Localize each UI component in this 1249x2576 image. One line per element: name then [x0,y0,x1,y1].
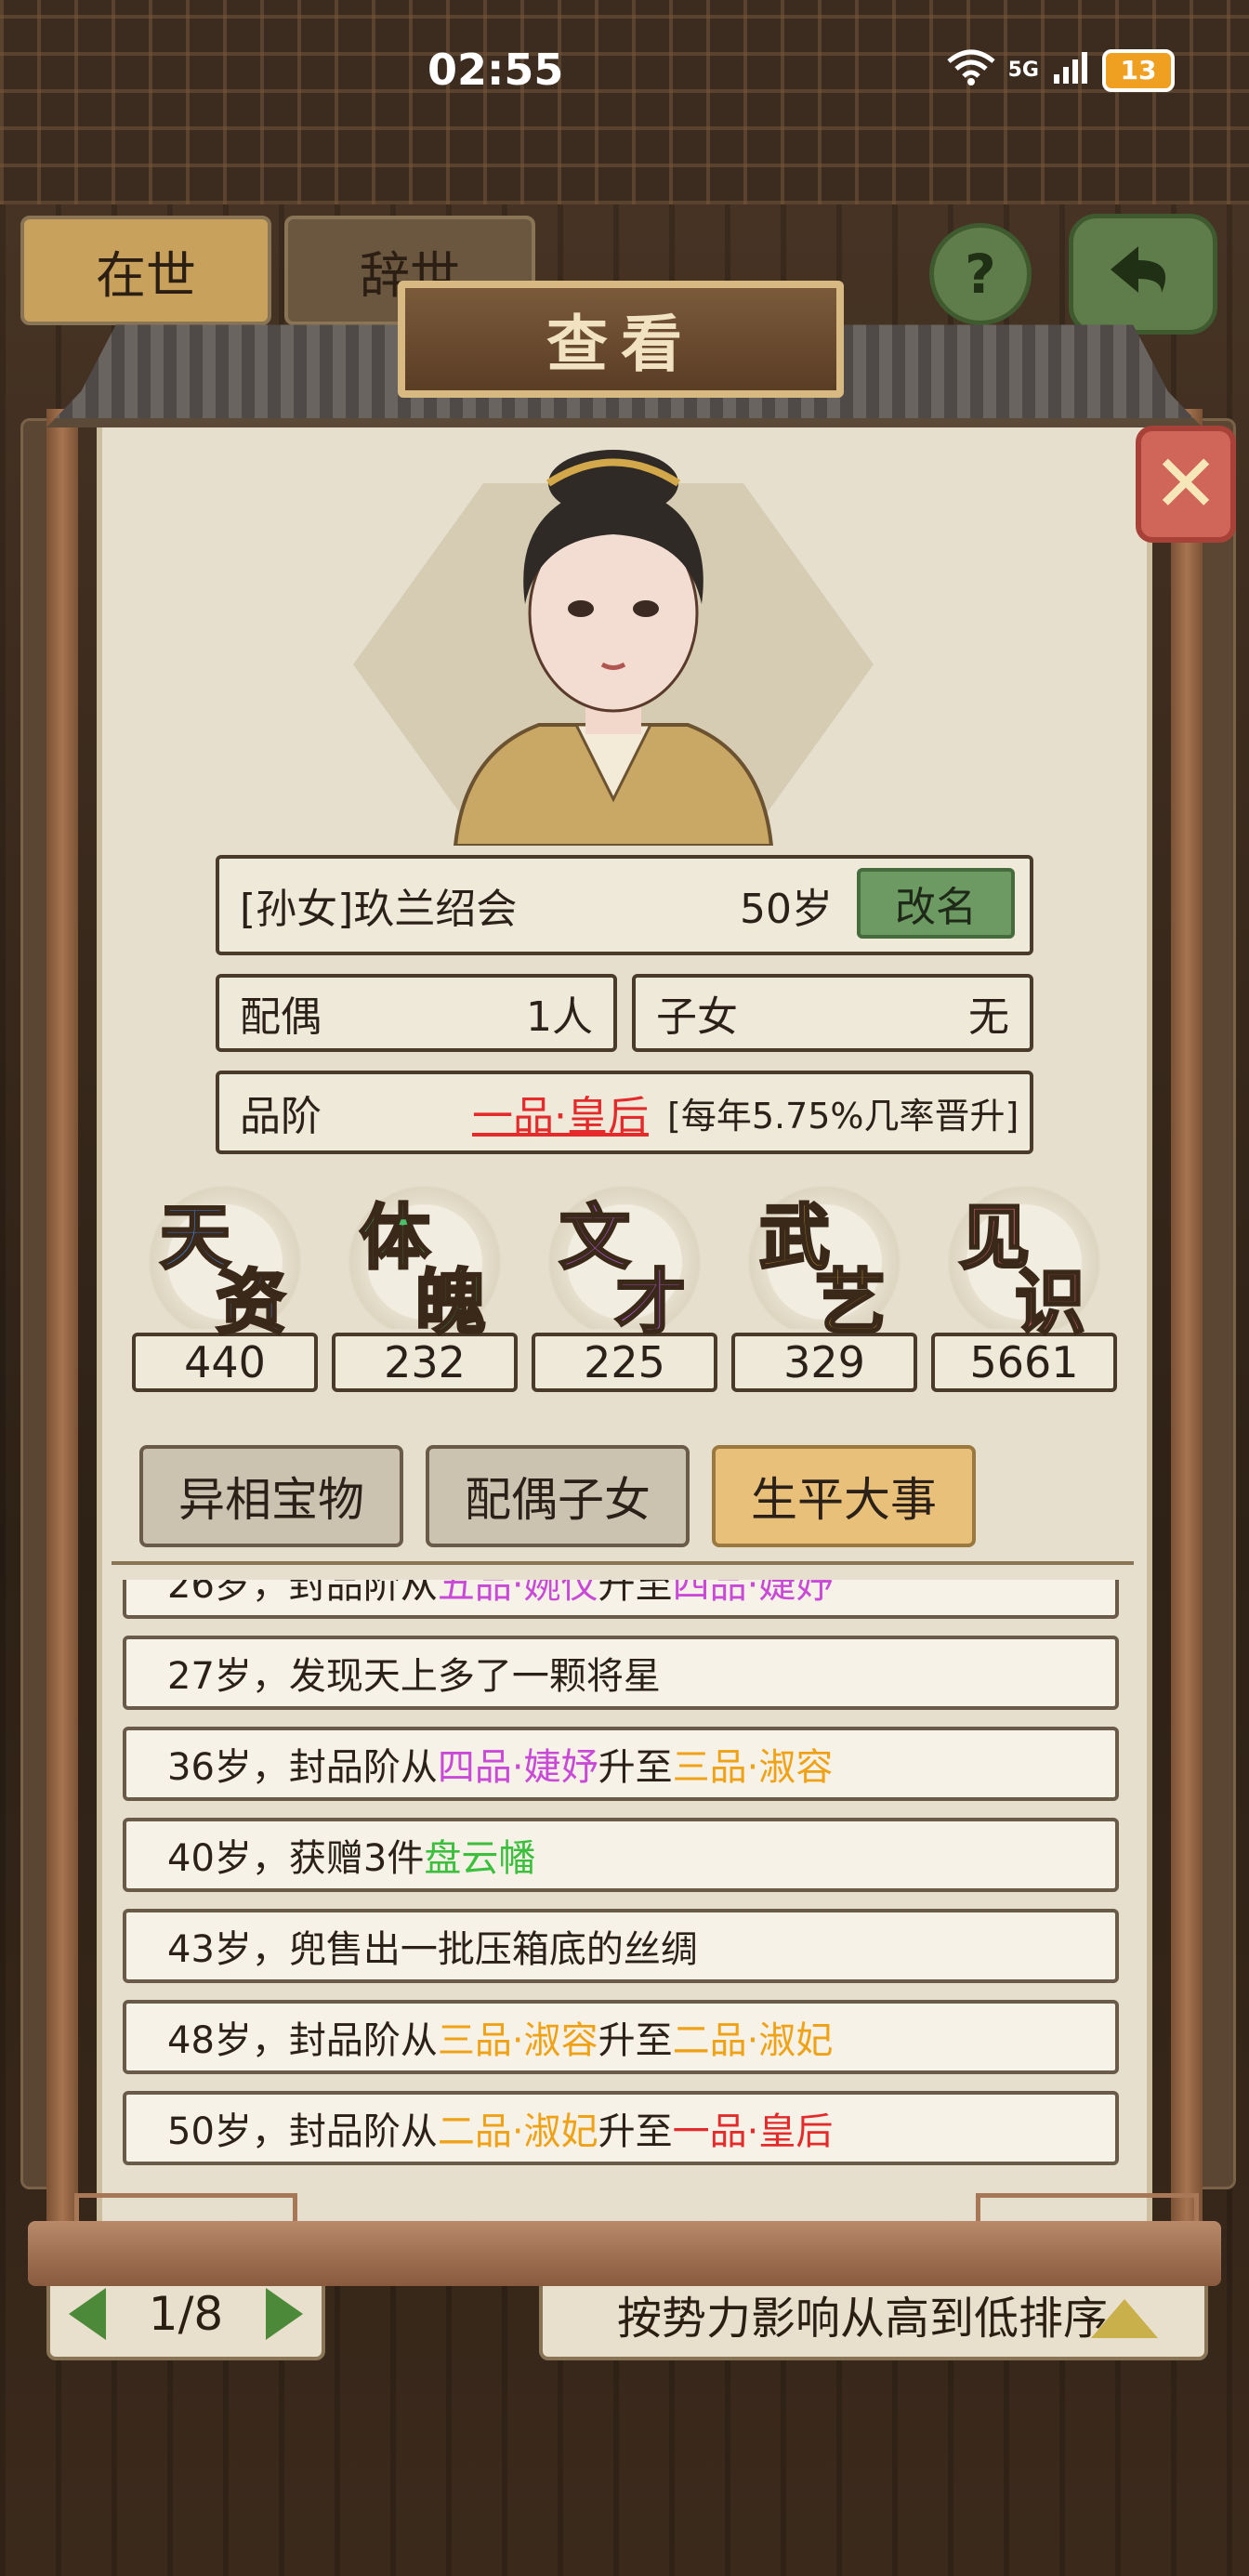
event-highlight: 一品·皇后 [672,2110,834,2153]
character-name: [孙女]玖兰绍会 [240,886,518,933]
tab-treasures[interactable]: 异相宝物 [139,1445,403,1547]
stat-physique: 体 魄 232 [332,1180,518,1392]
page-indicator: 1/8 [148,2287,224,2341]
wifi-icon [947,48,995,92]
event-highlight: 四品·婕妤 [672,1580,834,1607]
spouse-value: 1人 [526,993,593,1041]
children-label: 子女 [656,993,738,1041]
list-item: 48岁，封品阶从 三品·淑容 升至 二品·淑妃 [123,2000,1119,2074]
status-bar: 02:55 5G 13 [0,0,1249,139]
stat-martial: 武 艺 329 [731,1180,917,1392]
stat-literary: 文 才 225 [532,1180,717,1392]
event-text: 36岁，封品阶从 [167,1746,438,1789]
children-row: 子女 无 [632,974,1033,1052]
event-highlight: 盘云幡 [424,1837,536,1880]
prev-page-icon[interactable] [69,2288,106,2340]
character-age: 50岁 [740,886,833,933]
list-item: 27岁，发现天上多了一颗将星 [123,1636,1119,1710]
left-pillar [46,409,78,2221]
event-text: 升至 [598,1580,673,1607]
event-highlight: 四品·婕妤 [437,1746,598,1789]
list-item: 36岁，封品阶从 四品·婕妤 升至 三品·淑容 [123,1727,1119,1801]
stat-glyph: 体 魄 [332,1180,518,1346]
stat-knowledge: 见 识 5661 [931,1180,1117,1392]
status-icons: 5G 13 [947,48,1175,92]
rank-note: [每年5.75%几率晋升] [667,1095,1019,1137]
spouse-row: 配偶 1人 [216,974,617,1052]
scroll-base [28,2221,1221,2286]
network-label: 5G [1007,59,1039,82]
modal-title-plate: 查看 [398,281,844,398]
divider [112,1561,1134,1572]
event-highlight: 三品·淑容 [672,1746,834,1789]
list-item: 50岁，封品阶从 二品·淑妃 升至 一品·皇后 [123,2091,1119,2165]
next-page-icon[interactable] [266,2288,303,2340]
event-highlight: 二品·淑妃 [672,2019,834,2062]
rename-button[interactable]: 改名 [857,868,1015,939]
event-highlight: 二品·淑妃 [437,2110,598,2153]
close-icon: ✕ [1151,438,1220,531]
sort-label: 按势力影响从高到低排序 [617,2293,1109,2345]
right-pillar [1171,409,1203,2221]
stat-glyph: 见 识 [931,1180,1117,1346]
spouse-label: 配偶 [240,993,322,1041]
event-highlight: 五品·婉仪 [437,1580,598,1607]
character-detail-modal: 查看 ✕ [孙女]玖兰绍会 50岁 改名 配偶 1人 子女 无 品阶 一品·皇后… [28,281,1236,2286]
triangle-up-icon [1091,2299,1158,2338]
event-text: 48岁，封品阶从 [167,2019,438,2062]
rank-row: 品阶 一品·皇后 [每年5.75%几率晋升] [216,1071,1033,1154]
stat-glyph: 武 艺 [731,1180,917,1346]
stat-char-2: 资 [215,1260,288,1346]
rank-value-link[interactable]: 一品·皇后 [472,1083,649,1142]
children-value: 无 [968,993,1009,1041]
event-text: 27岁，发现天上多了一颗将星 [167,1655,661,1698]
list-item: 43岁，兜售出一批压箱底的丝绸 [123,1909,1119,1983]
rank-label: 品阶 [240,1093,322,1140]
event-text: 26岁，封品阶从 [167,1580,438,1607]
stat-char-2: 才 [614,1260,688,1346]
stat-char-2: 魄 [414,1260,488,1346]
life-events-list[interactable]: 26岁，封品阶从 五品·婉仪 升至 四品·婕妤 27岁，发现天上多了一颗将星 36岁，… [123,1580,1126,2184]
list-item: 40岁，获赠3件 盘云幡 [123,1818,1119,1892]
signal-icon [1052,48,1089,92]
event-text: 升至 [598,2019,673,2062]
list-item: 26岁，封品阶从 五品·婉仪 升至 四品·婕妤 [123,1580,1119,1619]
event-text: 升至 [598,1746,673,1789]
close-button[interactable]: ✕ [1136,426,1236,543]
event-text: 50岁，封品阶从 [167,2110,438,2153]
battery-icon: 13 [1102,48,1175,92]
event-text: 升至 [598,2110,673,2153]
stat-char-2: 艺 [814,1260,887,1346]
tab-spouse-children[interactable]: 配偶子女 [426,1445,690,1547]
status-time: 02:55 [427,45,564,95]
event-highlight: 三品·淑容 [437,2019,598,2062]
event-text: 43岁，兜售出一批压箱底的丝绸 [167,1928,698,1971]
modal-title: 查看 [546,308,695,380]
stat-glyph: 文 才 [532,1180,717,1346]
stat-glyph: 天 资 [132,1180,318,1346]
stat-char-2: 识 [1014,1260,1087,1346]
stat-talent: 天 资 440 [132,1180,318,1392]
event-text: 40岁，获赠3件 [167,1837,425,1880]
tab-life-events[interactable]: 生平大事 [712,1445,976,1547]
name-row: [孙女]玖兰绍会 50岁 改名 [216,855,1033,955]
character-portrait [437,446,790,848]
